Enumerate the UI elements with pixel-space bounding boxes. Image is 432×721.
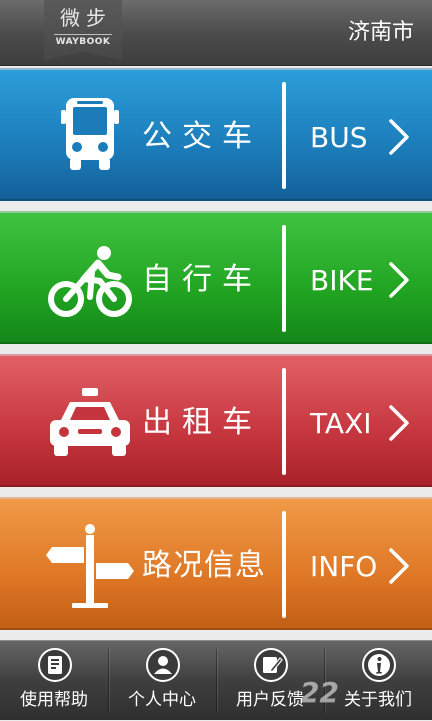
signpost-icon	[46, 524, 134, 608]
logo-chinese-text: 微步	[60, 6, 112, 30]
logo-english-text: WAYBOOK	[55, 37, 111, 47]
traffic-info-english-label: INFO	[310, 550, 378, 583]
nav-about-us[interactable]: 关于我们	[324, 641, 432, 721]
app-logo: 微步 WAYBOOK	[44, 0, 122, 60]
bottom-nav-bar: 使用帮助 个人中心 用户反馈 关于我们	[0, 640, 432, 720]
bus-label: 公交车	[142, 119, 262, 154]
bike-icon	[48, 246, 132, 317]
taxi-label: 出租车	[142, 405, 262, 440]
feedback-icon	[254, 648, 288, 682]
nav-help-label: 使用帮助	[20, 690, 88, 710]
nav-personal-center[interactable]: 个人中心	[108, 641, 216, 721]
traffic-info-tile[interactable]: 路况信息 INFO	[0, 497, 432, 630]
bus-english-label: BUS	[310, 121, 368, 154]
taxi-icon	[50, 388, 130, 456]
bike-tile[interactable]: 自行车 BIKE	[0, 211, 432, 344]
info-icon	[362, 648, 396, 682]
chevron-right-icon	[389, 262, 409, 298]
nav-about-us-label: 关于我们	[344, 690, 412, 710]
taxi-english-label: TAXI	[310, 407, 372, 440]
tile-divider	[282, 368, 286, 475]
app-header: 微步 WAYBOOK 济南市	[0, 0, 432, 66]
nav-feedback[interactable]: 用户反馈	[216, 641, 324, 721]
nav-help[interactable]: 使用帮助	[0, 641, 108, 721]
tile-divider	[282, 82, 286, 189]
chevron-right-icon	[389, 405, 409, 441]
nav-feedback-label: 用户反馈	[236, 690, 304, 710]
tile-divider	[282, 511, 286, 618]
taxi-tile[interactable]: 出租车 TAXI	[0, 354, 432, 487]
logo-divider	[54, 34, 112, 35]
city-selector[interactable]: 济南市	[348, 18, 414, 48]
tile-divider	[282, 225, 286, 332]
chevron-right-icon	[389, 548, 409, 584]
nav-personal-center-label: 个人中心	[128, 690, 196, 710]
user-icon	[146, 648, 180, 682]
bus-tile[interactable]: 公交车 BUS	[0, 68, 432, 201]
chevron-right-icon	[389, 119, 409, 155]
bus-icon	[61, 98, 119, 170]
bike-english-label: BIKE	[310, 264, 374, 297]
help-book-icon	[38, 648, 72, 682]
traffic-info-label: 路况信息	[142, 548, 266, 583]
bike-label: 自行车	[142, 262, 262, 297]
